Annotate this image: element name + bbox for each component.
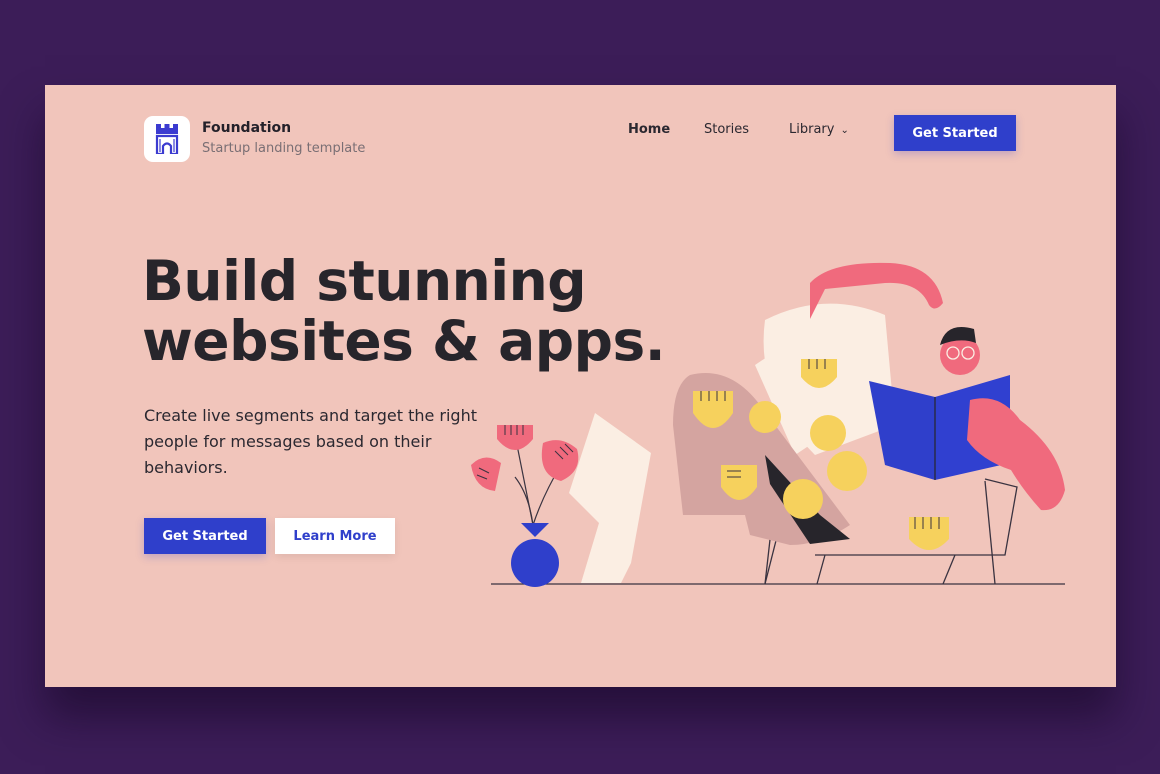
castle-logo-icon[interactable] xyxy=(144,116,190,162)
nav-get-started-button[interactable]: Get Started xyxy=(894,115,1016,151)
nav-item-library[interactable]: Library ⌄ xyxy=(789,122,849,137)
nav-item-label: Home xyxy=(628,122,671,137)
nav-item-stories[interactable]: Stories xyxy=(704,122,749,137)
nav-item-home[interactable]: Home xyxy=(628,122,670,137)
brand-name: Foundation xyxy=(202,120,292,136)
reading-person-illustration xyxy=(471,262,1065,587)
brand-tagline: Startup landing template xyxy=(202,141,366,156)
pot-top xyxy=(521,523,549,537)
landing-card: Foundation Startup landing template Home… xyxy=(45,85,1116,687)
book-left xyxy=(869,381,935,480)
learn-more-button[interactable]: Learn More xyxy=(275,518,395,554)
plant-pot xyxy=(511,539,559,587)
hero-get-started-button[interactable]: Get Started xyxy=(144,518,266,554)
nav-item-label: Stories xyxy=(704,122,750,137)
hero-subtext: Create live segments and target the righ… xyxy=(144,406,477,477)
nav-item-label: Library xyxy=(789,122,835,137)
leg-cream xyxy=(569,413,651,583)
chevron-down-icon: ⌄ xyxy=(840,125,849,136)
